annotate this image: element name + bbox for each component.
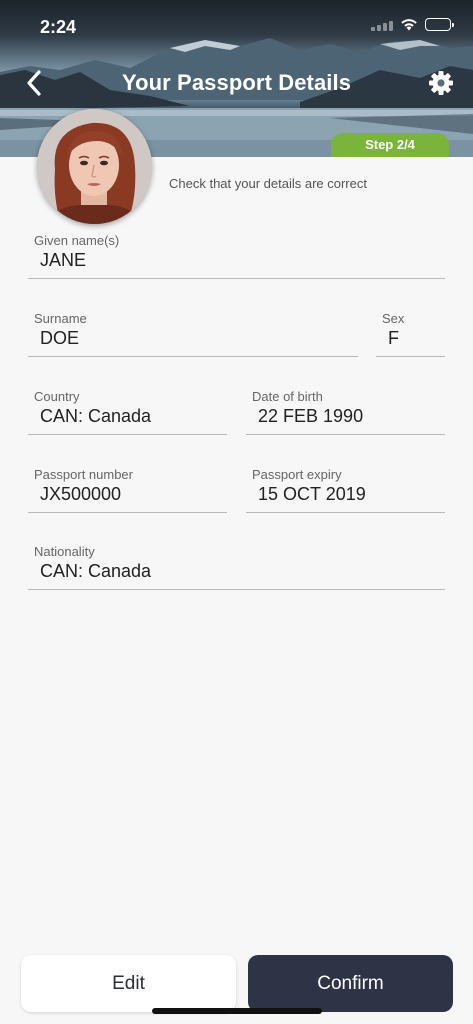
battery-icon xyxy=(425,18,454,31)
field-underline xyxy=(28,512,227,513)
sex-value: F xyxy=(388,328,399,348)
field-underline xyxy=(28,434,227,435)
surname-label: Surname xyxy=(34,311,87,326)
field-underline xyxy=(28,278,445,279)
field-underline xyxy=(246,434,445,435)
passport-number-label: Passport number xyxy=(34,467,133,482)
confirm-button[interactable]: Confirm xyxy=(248,955,453,1012)
field-underline xyxy=(28,589,445,590)
wifi-icon xyxy=(401,19,417,31)
passport-number-value: JX500000 xyxy=(40,484,122,504)
status-time: 2:24 xyxy=(40,17,77,37)
sex-label: Sex xyxy=(382,311,405,326)
edit-button[interactable]: Edit xyxy=(21,955,236,1012)
field-underline xyxy=(246,512,445,513)
field-underline xyxy=(28,356,358,357)
date-of-birth-label: Date of birth xyxy=(252,389,323,404)
given-names-label: Given name(s) xyxy=(34,233,120,248)
nationality-value: CAN: Canada xyxy=(40,561,152,581)
country-field[interactable]: Country CAN: Canada xyxy=(28,389,227,435)
status-icons xyxy=(371,18,454,31)
passport-expiry-label: Passport expiry xyxy=(252,467,342,482)
sex-field[interactable]: Sex F xyxy=(376,311,445,357)
page-title: Your Passport Details xyxy=(121,70,352,95)
instruction-text: Check that your details are correct xyxy=(169,176,367,191)
nationality-field[interactable]: Nationality CAN: Canada xyxy=(28,544,445,590)
country-label: Country xyxy=(34,389,80,404)
given-names-value: JANE xyxy=(40,250,87,270)
surname-value: DOE xyxy=(40,328,80,348)
passport-details-screen: 2:24 Your Passport Details Step 2/4 Chec… xyxy=(0,0,473,1024)
passport-number-field[interactable]: Passport number JX500000 xyxy=(28,467,227,513)
nationality-label: Nationality xyxy=(34,544,95,559)
step-badge: Step 2/4 xyxy=(331,133,449,157)
surname-field[interactable]: Surname DOE xyxy=(28,311,358,357)
date-of-birth-value: 22 FEB 1990 xyxy=(258,406,364,426)
passport-expiry-field[interactable]: Passport expiry 15 OCT 2019 xyxy=(246,467,445,513)
field-underline xyxy=(376,356,445,357)
gear-icon[interactable] xyxy=(427,69,455,97)
home-indicator xyxy=(152,1008,322,1014)
passport-photo-avatar xyxy=(37,109,152,224)
date-of-birth-field[interactable]: Date of birth 22 FEB 1990 xyxy=(246,389,445,435)
passport-expiry-value: 15 OCT 2019 xyxy=(258,484,366,504)
given-names-field[interactable]: Given name(s) JANE xyxy=(28,233,445,279)
signal-icon xyxy=(371,19,393,31)
country-value: CAN: Canada xyxy=(40,406,152,426)
